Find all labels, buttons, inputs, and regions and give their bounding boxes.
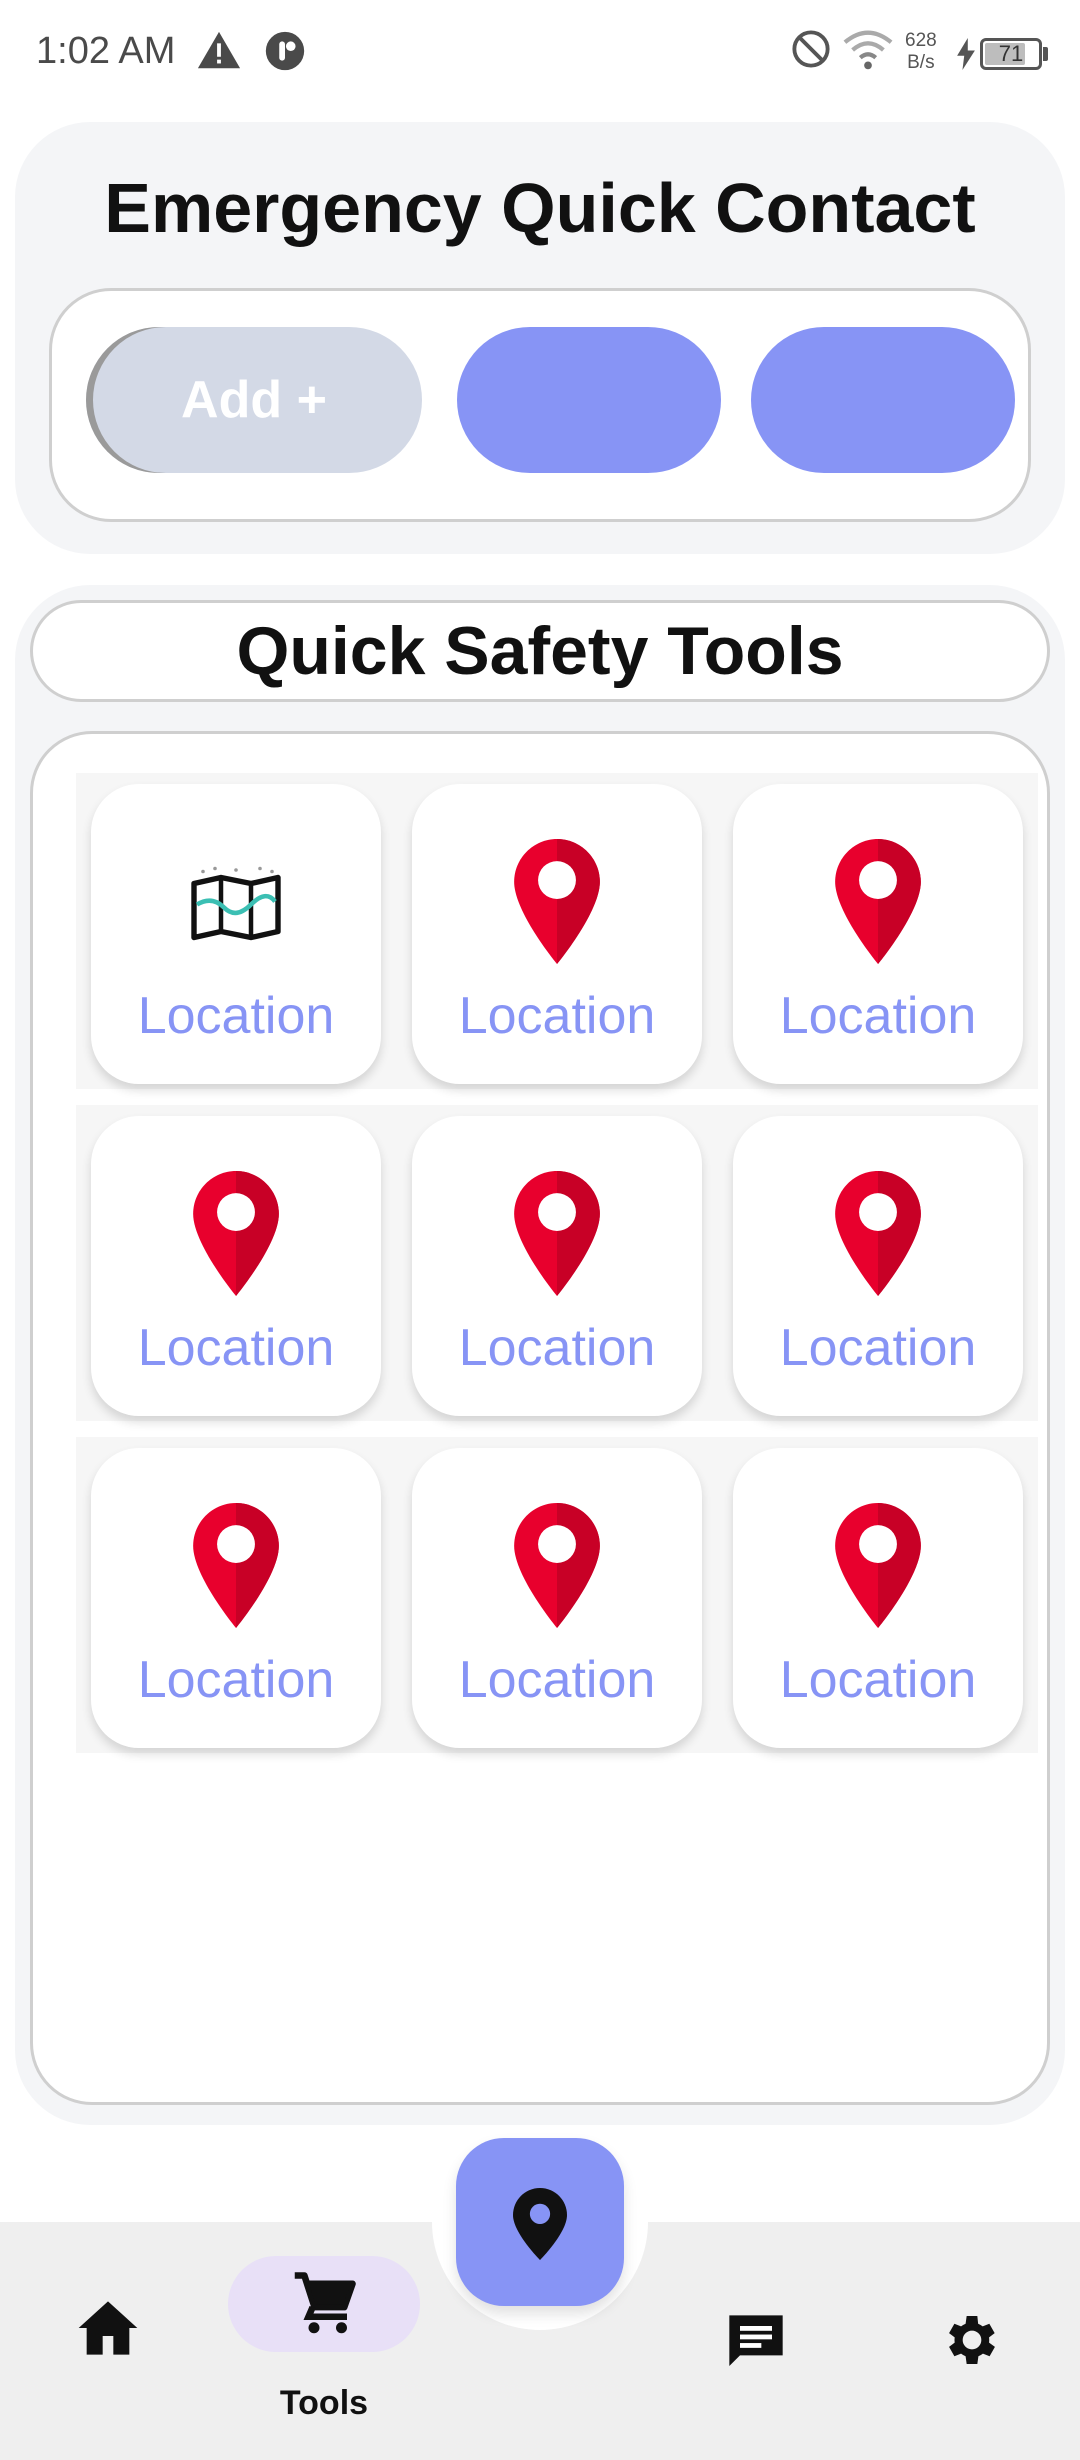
tools-grid-row: Location Location Location: [76, 773, 1038, 1089]
gear-icon: [940, 2316, 1004, 2376]
location-pin-icon: [514, 1171, 600, 1296]
contact-buttons-container: Add +: [49, 288, 1031, 522]
app-notification-icon: [262, 28, 308, 79]
nav-messages-button[interactable]: [724, 2310, 788, 2379]
location-pin-icon: [512, 2188, 568, 2265]
location-pin-icon: [514, 1503, 600, 1628]
tool-tile-location[interactable]: Location: [733, 1116, 1023, 1416]
tool-tile-label: Location: [458, 1319, 656, 1377]
warning-icon: [196, 28, 242, 79]
wifi-icon: [843, 28, 893, 77]
tool-tile-location[interactable]: Location: [412, 784, 702, 1084]
battery-icon: 71: [980, 38, 1042, 70]
location-pin-icon: [193, 1503, 279, 1628]
charging-icon: [955, 38, 977, 75]
tool-tile-location[interactable]: Location: [91, 1448, 381, 1748]
tools-grid: Location Location Location Location Location…: [30, 731, 1050, 2105]
contact-slot-1-button[interactable]: [457, 327, 721, 473]
nav-tools-button[interactable]: [228, 2256, 420, 2352]
status-bar: 1:02 AM 628 B/s 71: [0, 0, 1080, 110]
location-pin-icon: [514, 839, 600, 964]
tool-tile-label: Location: [137, 1319, 335, 1377]
tool-tile-location[interactable]: Location: [733, 784, 1023, 1084]
battery-level: 71: [998, 41, 1024, 66]
tool-tile-label: Location: [137, 1651, 335, 1709]
tool-tile-location[interactable]: Location: [91, 1116, 381, 1416]
tool-tile-location[interactable]: Location: [412, 1116, 702, 1416]
tool-tile-location[interactable]: Location: [733, 1448, 1023, 1748]
safety-tools-card: Quick Safety Tools Location Location Locat…: [15, 585, 1065, 2125]
map-icon: [188, 839, 281, 964]
location-fab-button[interactable]: [456, 2138, 624, 2306]
emergency-title: Emergency Quick Contact: [104, 169, 976, 247]
tools-grid-row: Location Location Location: [76, 1105, 1038, 1421]
contact-slot-2-button[interactable]: [751, 327, 1015, 473]
status-time: 1:02 AM: [36, 30, 176, 72]
location-pin-icon: [835, 1171, 921, 1296]
do-not-disturb-icon: [790, 28, 832, 75]
tools-title-box: Quick Safety Tools: [30, 600, 1050, 702]
tool-tile-label: Location: [779, 1319, 977, 1377]
network-speed-value: 628: [905, 30, 937, 51]
tools-grid-row: Location Location Location: [76, 1437, 1038, 1753]
emergency-contact-card: Emergency Quick Contact Add +: [15, 122, 1065, 554]
tool-tile-location[interactable]: Location: [91, 784, 381, 1084]
network-speed-unit: B/s: [907, 52, 935, 73]
tool-tile-label: Location: [779, 1651, 977, 1709]
screen: 1:02 AM 628 B/s 71 Emergency Quick Conta…: [0, 0, 1080, 2460]
tool-tile-label: Location: [458, 1651, 656, 1709]
location-pin-icon: [835, 839, 921, 964]
tools-title: Quick Safety Tools: [236, 613, 844, 689]
network-speed: 628 B/s: [905, 30, 937, 74]
chat-icon: [724, 2315, 788, 2378]
cart-icon: [292, 2270, 358, 2341]
tool-tile-label: Location: [137, 987, 335, 1045]
location-pin-icon: [193, 1171, 279, 1296]
home-icon: [76, 2301, 140, 2362]
nav-settings-button[interactable]: [940, 2308, 1004, 2377]
nav-home-button[interactable]: [76, 2298, 140, 2363]
tool-tile-label: Location: [458, 987, 656, 1045]
nav-tools-label: Tools: [279, 2384, 369, 2422]
tool-tile-label: Location: [779, 987, 977, 1045]
tool-tile-location[interactable]: Location: [412, 1448, 702, 1748]
location-pin-icon: [835, 1503, 921, 1628]
add-contact-button[interactable]: Add +: [86, 327, 422, 473]
